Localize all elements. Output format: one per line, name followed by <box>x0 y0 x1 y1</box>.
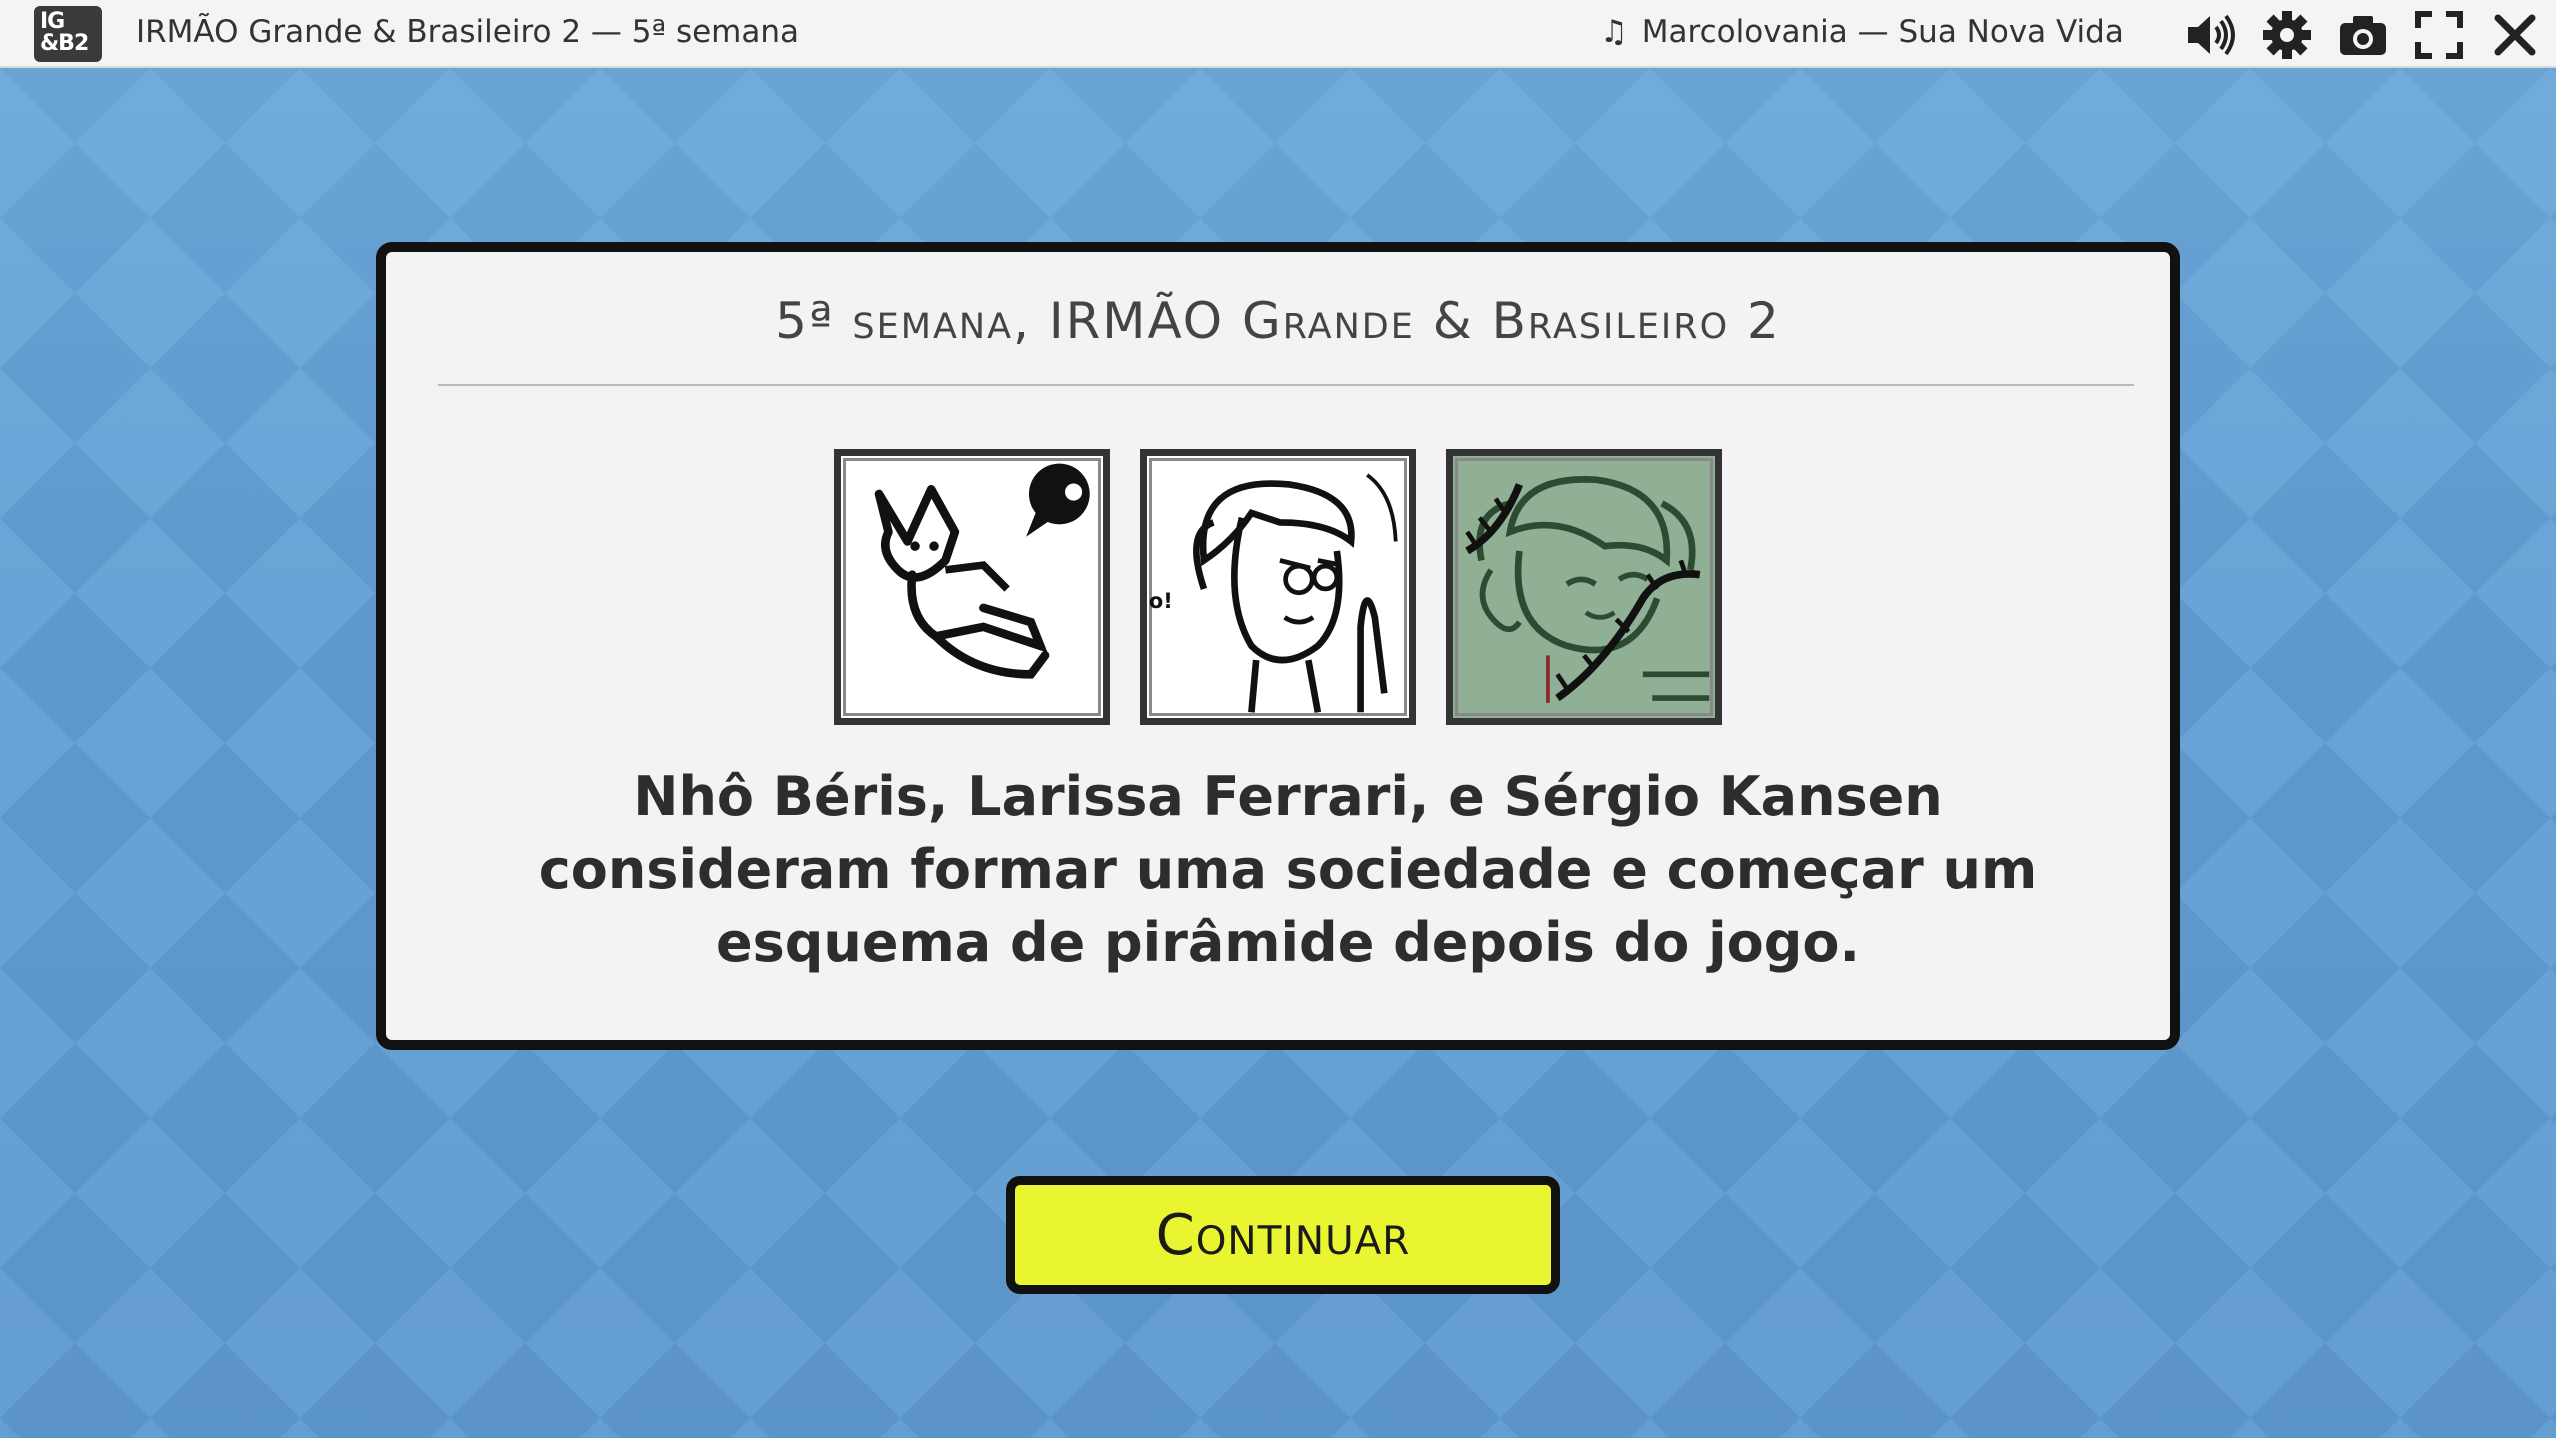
window-title: IRMÃO Grande & Brasileiro 2 — 5ª semana <box>136 14 800 50</box>
title-bar: IG &B2 IRMÃO Grande & Brasileiro 2 — 5ª … <box>0 0 2556 68</box>
event-dialog: 5ª semana, IRMÃO Grande & Brasileiro 2 o… <box>376 242 2180 1050</box>
portrait-sergio-kansen <box>1446 449 1722 725</box>
man-drawing-icon <box>1465 476 1710 703</box>
volume-icon[interactable] <box>2184 10 2238 60</box>
gear-icon[interactable] <box>2260 10 2314 60</box>
toolbar-icons <box>2184 10 2542 60</box>
app-logo: IG &B2 <box>34 6 102 62</box>
divider <box>438 384 2134 386</box>
close-icon[interactable] <box>2488 10 2542 60</box>
portrait-larissa-ferrari: o! <box>1140 449 1416 725</box>
woman-drawing-icon: o! <box>1149 473 1398 713</box>
track-name: Marcolovania — Sua Nova Vida <box>1641 14 2124 50</box>
fullscreen-icon[interactable] <box>2412 10 2466 60</box>
continue-button[interactable]: Continuar <box>1006 1176 1560 1294</box>
dialog-title: 5ª semana, IRMÃO Grande & Brasileiro 2 <box>775 292 1781 350</box>
portrait-row: o! <box>386 449 2170 725</box>
now-playing: ♫ Marcolovania — Sua Nova Vida <box>1600 14 2124 50</box>
svg-text:o!: o! <box>1149 589 1173 613</box>
camera-icon[interactable] <box>2336 10 2390 60</box>
music-note-icon: ♫ <box>1600 14 1628 50</box>
event-message: Nhô Béris, Larissa Ferrari, e Sérgio Kan… <box>538 765 2038 974</box>
cat-creature-drawing-icon <box>874 463 1090 679</box>
portrait-nho-beris <box>834 449 1110 725</box>
